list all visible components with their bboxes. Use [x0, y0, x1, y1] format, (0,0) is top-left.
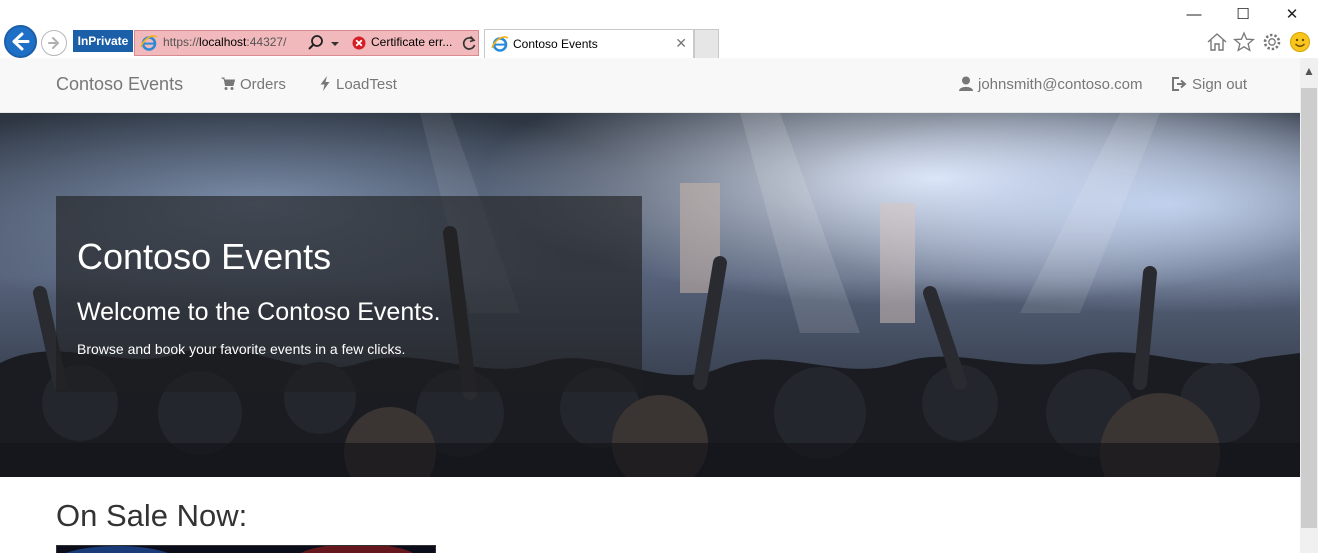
maximize-button[interactable]: ☐	[1233, 6, 1253, 24]
address-bar[interactable]: https://localhost:44327/ Certificate err…	[134, 30, 479, 56]
ie-logo-icon	[140, 35, 158, 51]
vertical-scrollbar[interactable]: ▲	[1300, 58, 1318, 553]
nav-loadtest-label: LoadTest	[336, 76, 397, 93]
event-thumbnail-image	[57, 546, 435, 553]
on-sale-heading: On Sale Now:	[56, 498, 248, 533]
feedback-smiley-icon[interactable]	[1289, 31, 1311, 53]
dropdown-icon[interactable]	[330, 34, 340, 52]
hero-description: Browse and book your favorite events in …	[77, 341, 406, 357]
minimize-button[interactable]: —	[1184, 6, 1204, 24]
nav-loadtest[interactable]: LoadTest	[319, 76, 397, 93]
tab-ie-logo-icon	[491, 36, 509, 52]
url-host: localhost	[199, 35, 247, 49]
nav-orders-label: Orders	[240, 76, 286, 93]
inprivate-badge: InPrivate	[73, 30, 133, 52]
settings-gear-icon[interactable]	[1261, 31, 1283, 53]
back-arrow-icon	[12, 32, 30, 51]
browser-chrome: — ☐ ✕ InPrivate https://localhost:44327/	[0, 0, 1318, 58]
back-button[interactable]	[4, 25, 37, 58]
hero-caption-panel: Contoso Events Welcome to the Contoso Ev…	[56, 196, 642, 392]
new-tab-button[interactable]	[694, 29, 719, 58]
tab-title: Contoso Events	[513, 37, 598, 51]
forward-arrow-icon	[48, 37, 59, 49]
hero-subtitle: Welcome to the Contoso Events.	[77, 298, 441, 326]
close-window-button[interactable]: ✕	[1282, 6, 1302, 24]
log-out-icon	[1172, 77, 1187, 91]
hero-banner: Contoso Events Welcome to the Contoso Ev…	[0, 113, 1300, 477]
certificate-error-label[interactable]: Certificate err...	[371, 35, 452, 49]
tab-close-button[interactable]: ✕	[675, 35, 687, 52]
cert-error-icon[interactable]	[351, 34, 367, 52]
nav-user[interactable]: johnsmith@contoso.com	[959, 76, 1142, 93]
event-card-image[interactable]	[56, 545, 436, 553]
user-icon	[959, 76, 973, 91]
favorites-star-icon[interactable]	[1233, 31, 1255, 53]
page-content: Contoso Events Orders LoadTest johnsmith…	[0, 58, 1300, 553]
refresh-icon[interactable]	[461, 34, 477, 52]
url-text[interactable]: https://localhost:44327/	[163, 35, 286, 49]
flash-icon	[320, 76, 330, 91]
scroll-up-button[interactable]: ▲	[1300, 64, 1318, 82]
nav-user-label: johnsmith@contoso.com	[978, 76, 1143, 93]
hero-title: Contoso Events	[77, 236, 332, 277]
url-scheme: https://	[163, 35, 200, 49]
search-icon[interactable]	[307, 34, 325, 52]
home-icon[interactable]	[1206, 31, 1228, 53]
navbar: Contoso Events Orders LoadTest johnsmith…	[0, 58, 1300, 113]
url-port: :44327/	[246, 35, 287, 49]
nav-orders[interactable]: Orders	[221, 76, 286, 93]
forward-button[interactable]	[41, 30, 67, 56]
tab-contoso-events[interactable]: Contoso Events ✕	[484, 29, 694, 58]
shopping-cart-icon	[221, 77, 236, 90]
scroll-thumb[interactable]	[1301, 88, 1317, 528]
nav-signout[interactable]: Sign out	[1172, 76, 1247, 93]
navbar-brand[interactable]: Contoso Events	[56, 74, 183, 95]
nav-signout-label: Sign out	[1192, 76, 1248, 93]
